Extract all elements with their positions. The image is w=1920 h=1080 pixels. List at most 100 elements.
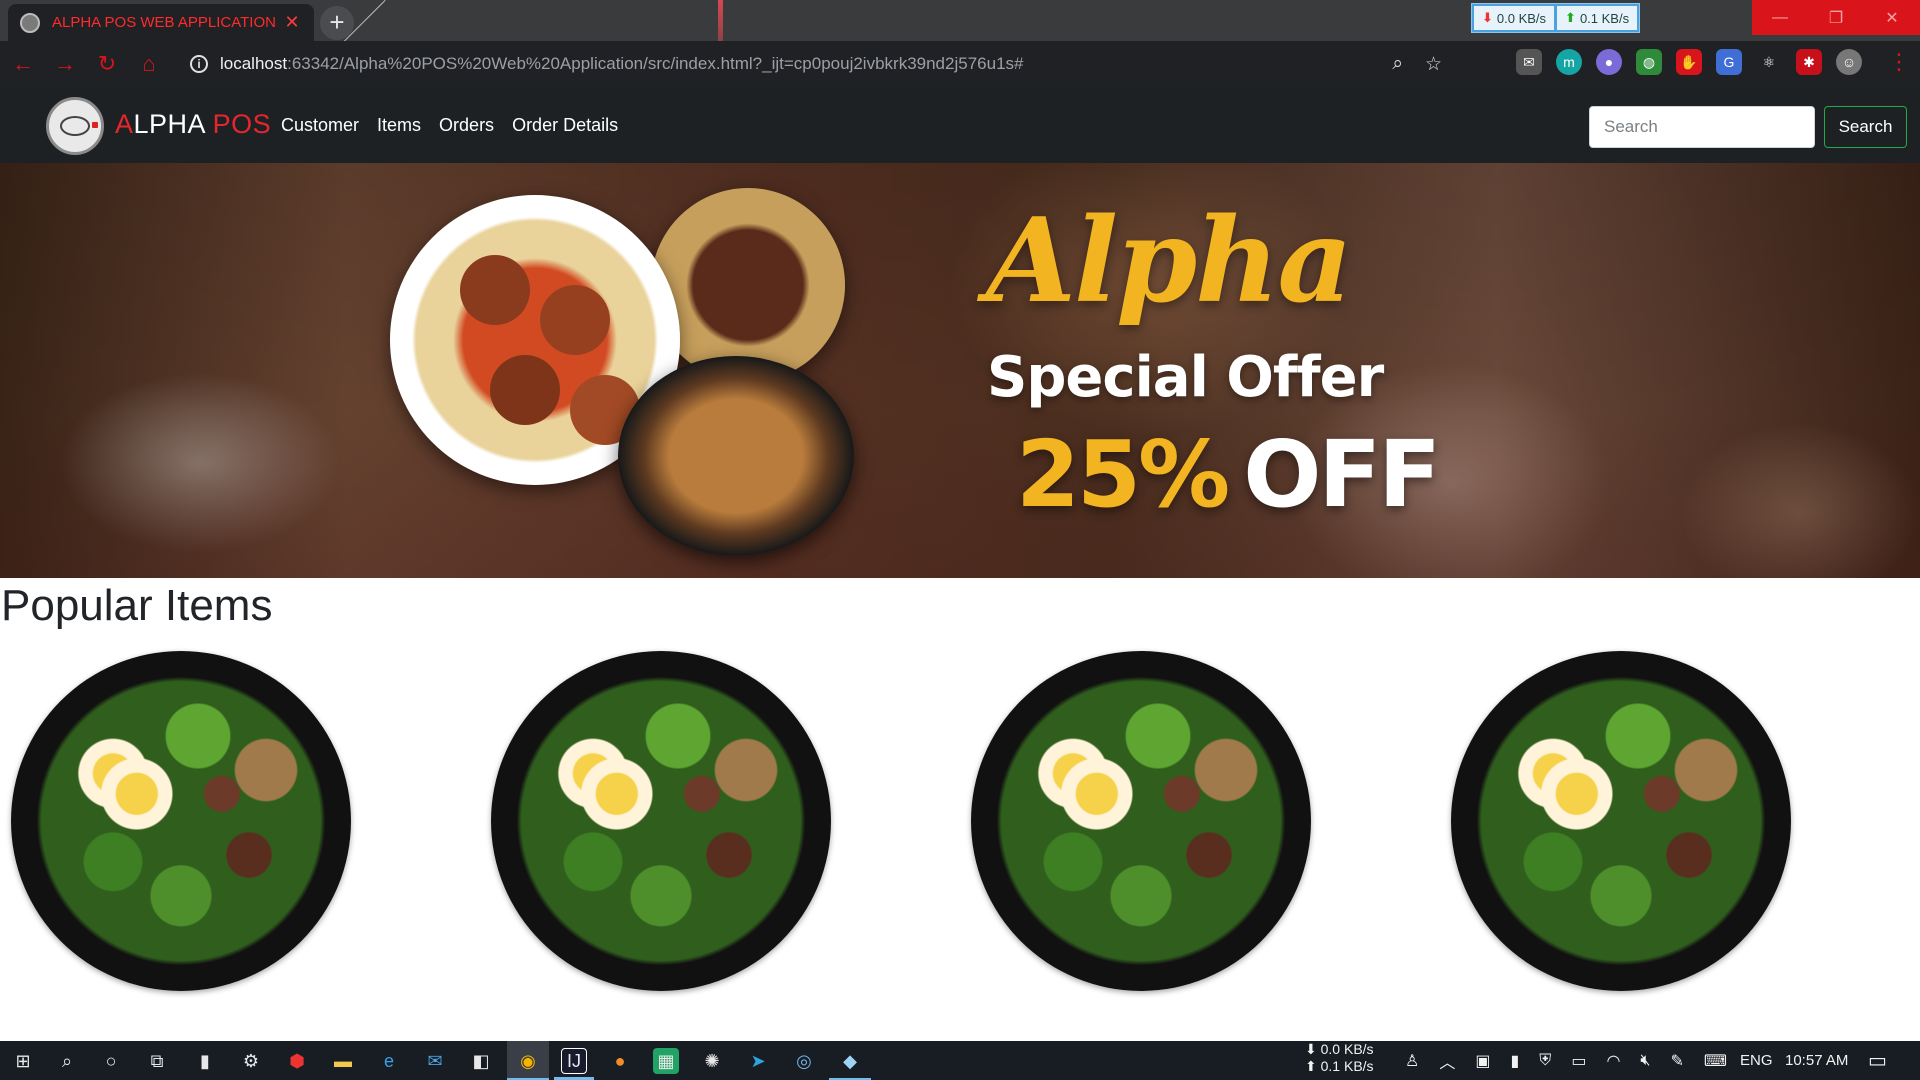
wifi-icon[interactable]: ◠ (1606, 1051, 1620, 1071)
browser-tab-bar: ALPHA POS WEB APPLICATION ✕ + ⬇ 0.0 KB/s … (0, 0, 1920, 41)
address-bar[interactable]: i localhost:63342/Alpha%20POS%20Web%20Ap… (176, 46, 1458, 82)
site-info-icon[interactable]: i (190, 55, 208, 73)
battery-icon[interactable]: ▭ (1571, 1051, 1586, 1071)
clock[interactable]: 10:57 AM (1785, 1041, 1848, 1080)
cortana-icon[interactable]: ○ (98, 1048, 124, 1074)
mouse-icon[interactable]: ▮ (1510, 1051, 1519, 1071)
window-controls: — ❐ ✕ (1752, 0, 1920, 35)
notes-app-icon[interactable]: ◆ (829, 1048, 871, 1080)
settings-gear-icon[interactable]: ⚙ (238, 1048, 264, 1074)
orange-app-icon[interactable]: ● (607, 1048, 633, 1074)
sync-app-icon[interactable]: ◎ (791, 1048, 817, 1074)
security-shield-icon[interactable]: ⛨ (1539, 1052, 1551, 1070)
back-button[interactable]: ← (4, 45, 42, 83)
search-button[interactable]: Search (1824, 106, 1907, 148)
home-button[interactable]: ⌂ (130, 45, 168, 83)
brand-last: POS (212, 109, 272, 139)
chevron-up-icon[interactable]: ︿ (1439, 1049, 1455, 1073)
telegram-icon[interactable]: ➤ (745, 1048, 771, 1074)
net-up-value: 0.1 KB/s (1579, 10, 1630, 26)
edge-browser-icon[interactable]: e (376, 1048, 402, 1074)
discount-percent: 25% (1016, 421, 1230, 528)
keyboard-icon[interactable]: ⌨ (1704, 1051, 1727, 1071)
close-window-button[interactable]: ✕ (1864, 0, 1920, 35)
tray-net-speed: ⬇ 0.0 KB/s ⬆ 0.1 KB/s (1305, 1041, 1374, 1080)
app-navbar: ALPHA POS Customer Items Orders Order De… (0, 87, 1920, 163)
popular-item-image[interactable] (11, 651, 351, 991)
network-app-icon[interactable]: ✺ (699, 1048, 725, 1074)
tab-title: ALPHA POS WEB APPLICATION (52, 14, 276, 31)
close-tab-icon[interactable]: ✕ (282, 12, 302, 33)
nav-link-order-details[interactable]: Order Details (512, 115, 618, 136)
new-tab-button[interactable]: + (320, 6, 354, 40)
download-arrow-icon: ⬇ (1482, 10, 1493, 25)
react-extension-icon[interactable]: ⚛ (1756, 49, 1782, 75)
windows-start-icon[interactable]: ⊞ (10, 1048, 36, 1074)
restore-button[interactable]: ❐ (1808, 0, 1864, 35)
pen-icon[interactable]: ✎ (1671, 1051, 1684, 1071)
translate-extension-icon[interactable]: G (1716, 49, 1742, 75)
discount-off: OFF (1243, 421, 1441, 528)
mail-extension-icon[interactable]: ✉ (1516, 49, 1542, 75)
mail-app-icon[interactable]: ✉ (422, 1048, 448, 1074)
nav-link-items[interactable]: Items (377, 115, 421, 136)
tray-net-up: ⬆ 0.1 KB/s (1305, 1058, 1374, 1074)
brand-name[interactable]: ALPHA POS (115, 109, 271, 140)
extensions-bar: ✉ m ● ◍ ✋ G ⚛ ✱ ☺ (1516, 49, 1862, 75)
url-text[interactable]: localhost:63342/Alpha%20POS%20Web%20Appl… (220, 54, 1023, 74)
globe-extension-icon[interactable]: ◍ (1636, 49, 1662, 75)
rice-plate-image (618, 356, 854, 556)
browser-toolbar: ← → ↻ ⌂ i localhost:63342/Alpha%20POS%20… (0, 41, 1920, 87)
notifications-icon[interactable]: ▭ (1868, 1041, 1887, 1080)
tray-net-down-value: 0.0 KB/s (1320, 1041, 1374, 1057)
upload-arrow-icon: ⬆ (1565, 10, 1576, 25)
brand-first-letter: A (115, 109, 134, 139)
tray-net-up-value: 0.1 KB/s (1320, 1058, 1374, 1074)
volume-muted-icon[interactable]: 🔇︎ (1640, 1052, 1650, 1070)
offer-text-block: Alpha Special Offer 25% OFF (980, 193, 1441, 553)
tray-net-down: ⬇ 0.0 KB/s (1305, 1041, 1374, 1057)
mouse-app-icon[interactable]: ▮ (192, 1048, 218, 1074)
profile-avatar-icon[interactable]: ☺ (1836, 49, 1862, 75)
nav-links: Customer Items Orders Order Details (281, 115, 618, 136)
brand-logo[interactable] (46, 97, 104, 155)
sheets-app-icon[interactable]: ▦ (653, 1048, 679, 1074)
store-icon[interactable]: ◧ (468, 1048, 494, 1074)
reload-button[interactable]: ↻ (88, 45, 126, 83)
file-explorer-icon[interactable]: ▬ (330, 1048, 356, 1074)
intellij-icon[interactable]: IJ (554, 1048, 594, 1080)
windows-taskbar: ⊞ ⌕ ○ ⧉ ▮ ⚙ ⬢ ▬ e ✉ ◧ ◉ IJ ● ▦ ✺ ➤ ◎ ◆ ⬇… (0, 1041, 1920, 1080)
browser-menu-icon[interactable]: ⋮ (1888, 49, 1910, 75)
bookmark-star-icon[interactable]: ☆ (1425, 53, 1442, 76)
decorative-line (718, 0, 723, 41)
device-icon[interactable]: ▣ (1475, 1051, 1490, 1071)
forward-button[interactable]: → (46, 45, 84, 83)
m-extension-icon[interactable]: m (1556, 49, 1582, 75)
popular-item-image[interactable] (971, 651, 1311, 991)
net-speed-widget: ⬇ 0.0 KB/s ⬆ 0.1 KB/s (1471, 3, 1641, 33)
people-icon[interactable]: ♙ (1405, 1051, 1419, 1071)
nav-link-orders[interactable]: Orders (439, 115, 494, 136)
popular-item-image[interactable] (1451, 651, 1791, 991)
chrome-icon[interactable]: ◉ (507, 1048, 549, 1080)
ribs-plate-image (651, 188, 845, 382)
zoom-icon[interactable]: ⌕ (1392, 53, 1403, 76)
nav-link-customer[interactable]: Customer (281, 115, 359, 136)
shield-extension-icon[interactable]: ✋ (1676, 49, 1702, 75)
puzzle-extension-icon[interactable]: ✱ (1796, 49, 1822, 75)
browser-tab[interactable]: ALPHA POS WEB APPLICATION ✕ (8, 4, 314, 41)
language-indicator[interactable]: ENG (1740, 1041, 1773, 1080)
popular-items-title: Popular Items (1, 581, 273, 630)
minimize-button[interactable]: — (1752, 0, 1808, 35)
popular-item-image[interactable] (491, 651, 831, 991)
tab-favicon-icon (20, 12, 40, 33)
search-icon[interactable]: ⌕ (54, 1048, 80, 1074)
task-view-icon[interactable]: ⧉ (144, 1048, 170, 1074)
url-host: localhost (220, 54, 288, 73)
drop-extension-icon[interactable]: ● (1596, 49, 1622, 75)
offer-script-word: Alpha (986, 193, 1353, 329)
search-input[interactable] (1589, 106, 1815, 148)
brand-mid: LPHA (133, 109, 213, 139)
shield-app-icon[interactable]: ⬢ (284, 1048, 310, 1074)
hero-banner: Alpha Special Offer 25% OFF (0, 163, 1920, 578)
